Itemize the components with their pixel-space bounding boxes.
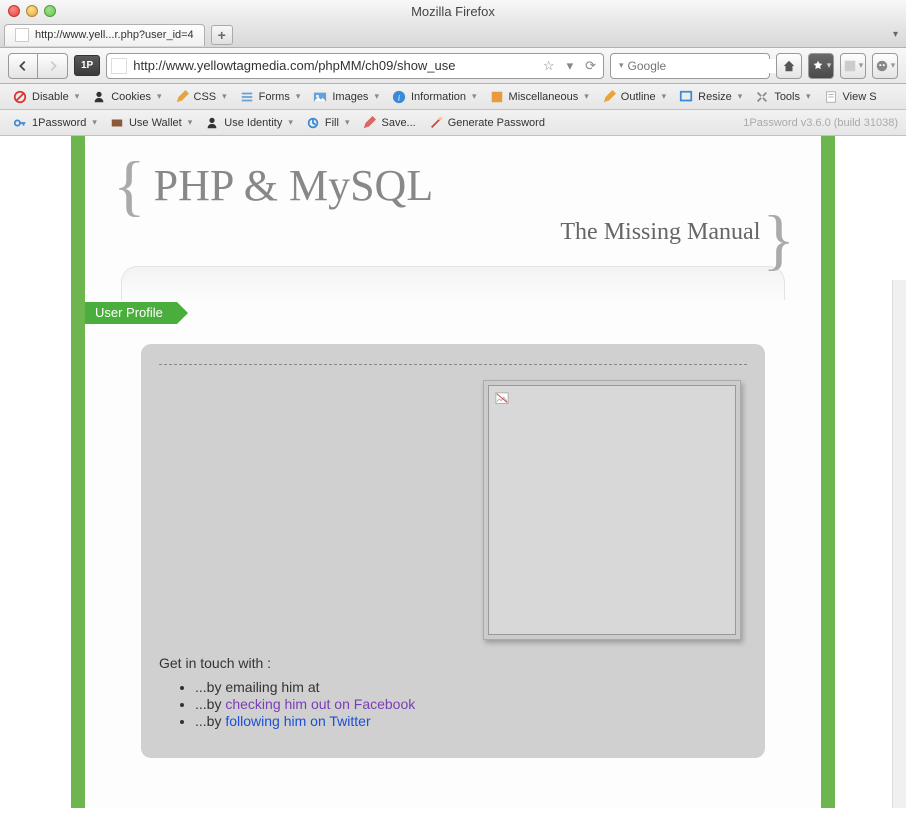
contact-twitter-item: ...by following him on Twitter — [195, 713, 747, 729]
viewsource-menu[interactable]: View S — [819, 87, 881, 107]
key-icon — [12, 115, 28, 131]
save-button[interactable]: Save... — [357, 113, 419, 133]
window-titlebar: Mozilla Firefox — [0, 0, 906, 22]
bookmark-star-icon — [811, 59, 825, 73]
bookmarks-button[interactable]: ▾ — [808, 53, 834, 79]
fill-menu[interactable]: Fill▾ — [301, 113, 354, 133]
onepassword-toolbar: 1Password▾ Use Wallet▾ Use Identity▾ Fil… — [0, 110, 906, 136]
section-ribbon: User Profile — [85, 302, 177, 324]
contact-email-item: ...by emailing him at — [195, 679, 747, 695]
contact-facebook-item: ...by checking him out on Facebook — [195, 696, 747, 712]
onepassword-button[interactable]: 1P — [74, 55, 100, 76]
fill-icon — [305, 115, 321, 131]
profile-panel: Get in touch with : ...by emailing him a… — [141, 344, 765, 758]
minimize-window-button[interactable] — [26, 5, 38, 17]
url-input[interactable] — [133, 58, 534, 73]
search-input[interactable] — [628, 59, 783, 73]
monkey-icon — [875, 59, 889, 73]
zoom-window-button[interactable] — [44, 5, 56, 17]
url-dropdown-icon[interactable]: ▾ — [564, 58, 577, 74]
back-arrow-icon — [16, 59, 30, 73]
twitter-link[interactable]: following him on Twitter — [225, 713, 370, 729]
information-menu[interactable]: iInformation▾ — [387, 87, 481, 107]
tab-menu-button[interactable]: ▾ — [893, 29, 898, 40]
url-bar[interactable]: ☆ ▾ ⟳ — [106, 53, 604, 79]
developer-toolbar: Disable▾ Cookies▾ CSS▾ Forms▾ Images▾ iI… — [0, 84, 906, 110]
info-icon: i — [391, 89, 407, 105]
divider — [159, 364, 747, 365]
right-brace-icon: } — [762, 219, 795, 260]
page-card: { PHP & MySQL The Missing Manual } User … — [85, 136, 821, 808]
forms-menu[interactable]: Forms▾ — [235, 87, 305, 107]
tools-menu[interactable]: Tools▾ — [750, 87, 814, 107]
contact-section: Get in touch with : ...by emailing him a… — [159, 655, 747, 729]
wallet-icon — [109, 115, 125, 131]
back-button[interactable] — [8, 53, 38, 79]
generate-button[interactable]: Generate Password — [424, 113, 549, 133]
pencil-icon — [174, 89, 190, 105]
css-menu[interactable]: CSS▾ — [170, 87, 231, 107]
person-icon — [91, 89, 107, 105]
facebook-link[interactable]: checking him out on Facebook — [225, 696, 415, 712]
useidentity-menu[interactable]: Use Identity▾ — [200, 113, 297, 133]
home-button[interactable] — [776, 53, 802, 79]
usewallet-menu[interactable]: Use Wallet▾ — [105, 113, 196, 133]
browser-viewport: { PHP & MySQL The Missing Manual } User … — [0, 136, 906, 808]
misc-icon — [489, 89, 505, 105]
page-title: { PHP & MySQL — [113, 160, 433, 211]
save-icon — [361, 115, 377, 131]
tools-icon — [754, 89, 770, 105]
tab-label: http://www.yell...r.php?user_id=4 — [35, 29, 194, 41]
form-icon — [239, 89, 255, 105]
disable-icon — [12, 89, 28, 105]
feed-icon — [843, 59, 857, 73]
scrollbar[interactable] — [892, 280, 906, 808]
close-window-button[interactable] — [8, 5, 20, 17]
image-icon — [312, 89, 328, 105]
resize-icon — [678, 89, 694, 105]
disable-menu[interactable]: Disable▾ — [8, 87, 83, 107]
outline-pencil-icon — [601, 89, 617, 105]
feed-button[interactable]: ▾ — [840, 53, 866, 79]
onepassword-menu[interactable]: 1Password▾ — [8, 113, 101, 133]
miscellaneous-menu[interactable]: Miscellaneous▾ — [485, 87, 593, 107]
cookies-menu[interactable]: Cookies▾ — [87, 87, 165, 107]
left-brace-icon: { — [113, 165, 146, 206]
document-icon — [823, 89, 839, 105]
profile-photo — [488, 385, 736, 635]
broken-image-icon — [495, 392, 509, 406]
forward-arrow-icon — [46, 59, 60, 73]
contact-heading: Get in touch with : — [159, 655, 747, 671]
new-tab-button[interactable]: + — [211, 25, 233, 45]
profile-photo-frame — [483, 380, 741, 640]
onepassword-version-label: 1Password v3.6.0 (build 31038) — [743, 117, 898, 129]
wand-icon — [428, 115, 444, 131]
header-curve — [121, 266, 785, 300]
browser-tab[interactable]: http://www.yell...r.php?user_id=4 — [4, 24, 205, 46]
page-background: { PHP & MySQL The Missing Manual } User … — [71, 136, 835, 808]
resize-menu[interactable]: Resize▾ — [674, 87, 746, 107]
identity-icon — [204, 115, 220, 131]
forward-button[interactable] — [38, 53, 68, 79]
tab-bar: http://www.yell...r.php?user_id=4 + ▾ — [0, 22, 906, 48]
favicon-icon — [111, 58, 127, 74]
search-engine-chevron-icon[interactable]: ▾ — [619, 60, 624, 71]
traffic-lights — [8, 5, 56, 17]
search-bar[interactable]: ▾ — [610, 53, 770, 79]
bookmark-star-icon[interactable]: ☆ — [540, 58, 558, 74]
page-subtitle: The Missing Manual — [560, 219, 760, 246]
window-title: Mozilla Firefox — [411, 4, 495, 19]
page-icon — [15, 28, 29, 42]
images-menu[interactable]: Images▾ — [308, 87, 383, 107]
home-icon — [782, 59, 796, 73]
outline-menu[interactable]: Outline▾ — [597, 87, 670, 107]
nav-buttons — [8, 53, 68, 79]
reload-button[interactable]: ⟳ — [582, 58, 599, 74]
nav-toolbar: 1P ☆ ▾ ⟳ ▾ ▾ ▾ ▾ — [0, 48, 906, 84]
greasemonkey-button[interactable]: ▾ — [872, 53, 898, 79]
